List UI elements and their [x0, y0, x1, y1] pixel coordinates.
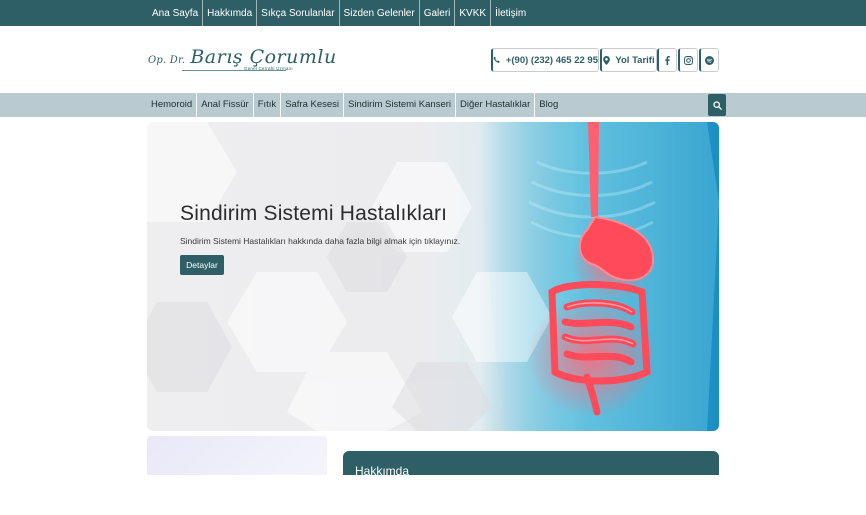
instagram-icon — [684, 55, 693, 65]
viewport-bottom-mask — [0, 475, 866, 515]
facebook-icon — [665, 55, 670, 65]
logo-prefix: Op. Dr. — [148, 55, 186, 66]
category-link-blog[interactable]: Blog — [535, 93, 562, 117]
nav-link-gallery[interactable]: Galeri — [420, 0, 456, 26]
nav-link-home[interactable]: Ana Sayfa — [147, 0, 204, 26]
logo-name: Barış Çorumlu — [190, 46, 337, 68]
search-button[interactable] — [708, 94, 726, 116]
directions-button[interactable]: Yol Tarifi — [600, 48, 657, 72]
category-link-anal-fissure[interactable]: Anal Fissür — [197, 93, 254, 117]
category-link-gallbladder[interactable]: Safra Kesesi — [281, 93, 345, 117]
site-header: Op. Dr. Barış Çorumlu Genel Cerrahi Uzma… — [0, 26, 866, 93]
map-pin-icon — [603, 55, 611, 65]
hero-title: Sindirim Sistemi Hastalıkları — [180, 202, 448, 225]
logo-signature: Op. Dr. Barış Çorumlu — [148, 46, 337, 68]
category-bar: Hemoroid Anal Fissür Fıtık Safra Kesesi … — [0, 93, 866, 117]
hero-description: Sindirim Sistemi Hastalıkları hakkında d… — [180, 236, 461, 246]
instagram-button[interactable] — [678, 48, 698, 72]
phone-button[interactable]: +(90) (232) 465 22 95 — [491, 48, 599, 72]
spotify-button[interactable] — [699, 48, 719, 72]
hero-slider[interactable]: Sindirim Sistemi Hastalıkları Sindirim S… — [147, 122, 719, 431]
directions-label: Yol Tarifi — [615, 54, 655, 66]
nav-link-about[interactable]: Hakkımda — [203, 0, 258, 26]
category-link-hernia[interactable]: Fıtık — [254, 93, 282, 117]
nav-link-testimonials[interactable]: Sizden Gelenler — [340, 0, 420, 26]
facebook-button[interactable] — [657, 48, 677, 72]
category-navigation: Hemoroid Anal Fissür Fıtık Safra Kesesi … — [147, 93, 562, 117]
search-icon — [712, 100, 722, 110]
top-bar: Ana Sayfa Hakkımda Sıkça Sorulanlar Sizd… — [0, 0, 866, 26]
logo-subtitle: Genel Cerrahi Uzmanı — [244, 66, 293, 71]
category-link-digestive-cancer[interactable]: Sindirim Sistemi Kanseri — [344, 93, 457, 117]
nav-link-kvkk[interactable]: KVKK — [455, 0, 492, 26]
top-navigation: Ana Sayfa Hakkımda Sıkça Sorulanlar Sizd… — [147, 0, 530, 26]
nav-link-faq[interactable]: Sıkça Sorulanlar — [257, 0, 340, 26]
spotify-icon — [705, 55, 714, 65]
site-logo[interactable]: Op. Dr. Barış Çorumlu Genel Cerrahi Uzma… — [148, 46, 336, 76]
hero-details-button[interactable]: Detaylar — [180, 255, 224, 275]
category-link-hemorrhoid[interactable]: Hemoroid — [147, 93, 198, 117]
digestive-system-illustration — [477, 122, 719, 431]
category-link-other-diseases[interactable]: Diğer Hastalıklar — [456, 93, 536, 117]
phone-number: +(90) (232) 465 22 95 — [505, 54, 598, 66]
nav-link-contact[interactable]: İletişim — [491, 0, 530, 26]
phone-icon — [493, 56, 500, 63]
